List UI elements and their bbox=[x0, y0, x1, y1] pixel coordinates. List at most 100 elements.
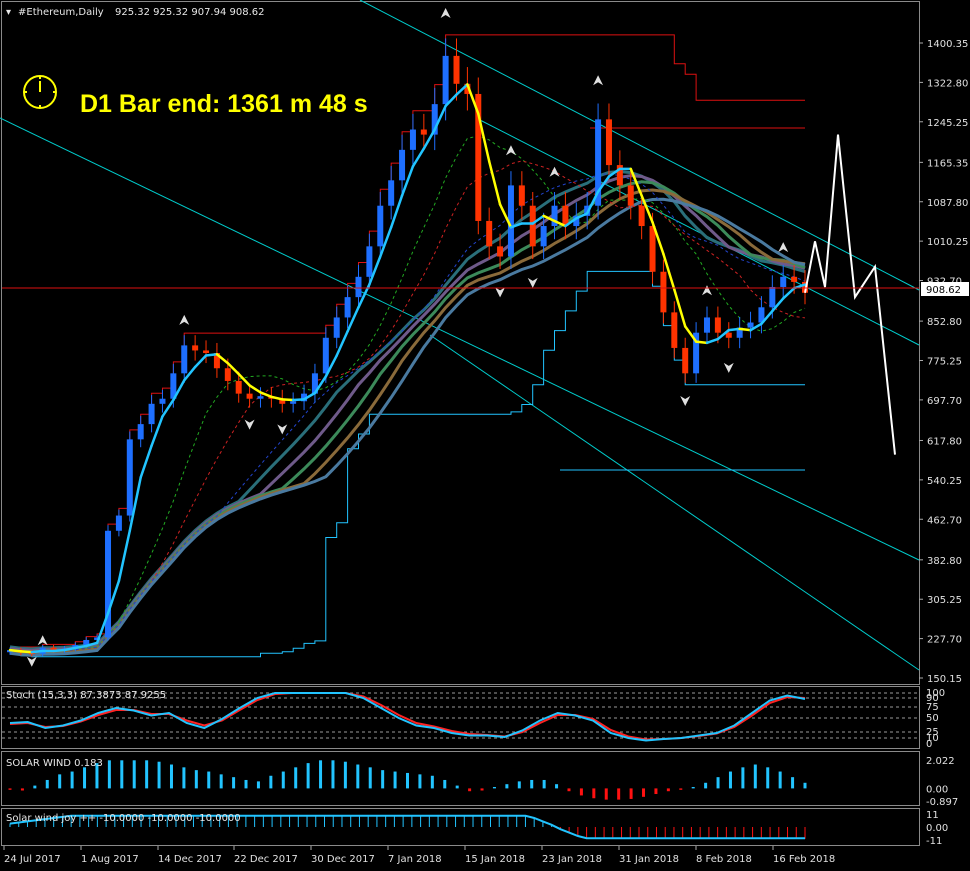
candle-body bbox=[442, 55, 449, 105]
date-tick-label: 15 Jan 2018 bbox=[465, 854, 525, 865]
price-tick-label: 462.70 bbox=[927, 515, 962, 526]
candle-body bbox=[344, 297, 351, 318]
solar-wind-bar bbox=[45, 779, 49, 789]
solar-wind-bar bbox=[269, 775, 273, 789]
fast-ma-segment bbox=[19, 650, 34, 654]
solar-wind-bar bbox=[579, 788, 583, 796]
background bbox=[0, 0, 970, 871]
solar-wind-bar bbox=[182, 767, 186, 789]
solar-wind-bar bbox=[443, 779, 447, 789]
price-tick-label: 1087.80 bbox=[927, 198, 968, 209]
fast-ma-segment bbox=[30, 649, 44, 654]
price-tick-label: 227.70 bbox=[927, 635, 962, 646]
solar-wind-bar bbox=[468, 788, 472, 792]
date-tick-label: 22 Dec 2017 bbox=[234, 854, 298, 865]
solar-wind-bar bbox=[691, 786, 695, 789]
candle-body bbox=[747, 322, 754, 328]
candle-body bbox=[224, 368, 231, 381]
price-tick-label: 617.80 bbox=[927, 436, 962, 447]
candle-body bbox=[605, 119, 612, 166]
solar-wind-bar bbox=[281, 771, 285, 789]
fast-ma-segment bbox=[694, 340, 709, 345]
candle-body bbox=[420, 129, 427, 135]
trading-chart[interactable]: D1 Bar end: 1361 m 48 s ▾ #Ethereum,Dail… bbox=[0, 0, 970, 871]
candle-body bbox=[409, 129, 416, 150]
solar-wind-bar bbox=[791, 777, 795, 789]
candle-body bbox=[192, 345, 199, 351]
bar-end-banner: D1 Bar end: 1361 m 48 s bbox=[80, 90, 368, 118]
date-tick-label: 1 Aug 2017 bbox=[81, 854, 139, 865]
candle-body bbox=[671, 312, 678, 348]
candle-body bbox=[355, 276, 362, 298]
solar-wind-bar bbox=[157, 761, 161, 789]
solar-wind-bar bbox=[107, 760, 111, 789]
joy-tick-label: 0.00 bbox=[926, 823, 948, 834]
candle-body bbox=[235, 380, 242, 394]
solar-wind-bar bbox=[306, 763, 310, 789]
solar-wind-bar bbox=[418, 774, 422, 789]
solar-wind-bar bbox=[58, 774, 62, 789]
solar-tick-label: 0.00 bbox=[926, 784, 948, 795]
candle-body bbox=[159, 398, 166, 404]
stoch-tick-label: 75 bbox=[926, 702, 939, 713]
solar-wind-bar bbox=[70, 771, 74, 789]
solar-wind-bar bbox=[430, 775, 434, 789]
candle-body bbox=[388, 180, 395, 206]
solar-wind-bar bbox=[244, 779, 248, 789]
candle-body bbox=[377, 205, 384, 247]
candle-body bbox=[322, 337, 329, 374]
solar-wind-bar bbox=[256, 781, 260, 789]
price-tick-label: 1165.35 bbox=[927, 158, 968, 169]
solar-wind-bar bbox=[766, 767, 770, 789]
candle-body bbox=[453, 55, 460, 84]
solar-wind-bar bbox=[803, 782, 807, 789]
candle-body bbox=[518, 185, 525, 206]
solar-wind-bar bbox=[592, 788, 596, 799]
candle-body bbox=[649, 226, 656, 272]
solar-wind-bar bbox=[555, 784, 559, 789]
stoch-tick-label: 50 bbox=[926, 713, 939, 724]
candle-body bbox=[115, 515, 122, 531]
solar-wind-bar bbox=[381, 770, 385, 789]
date-tick-label: 23 Jan 2018 bbox=[542, 854, 602, 865]
candle-body bbox=[246, 393, 253, 399]
fast-ma-segment bbox=[281, 398, 295, 402]
header-arrow-icon[interactable]: ▾ bbox=[6, 7, 11, 18]
price-tick-label: 1322.80 bbox=[927, 78, 968, 89]
solar-wind-bar bbox=[20, 788, 24, 791]
candle-body bbox=[769, 286, 776, 308]
solar-wind-bar bbox=[666, 788, 670, 792]
solar-tick-label: -0.897 bbox=[926, 797, 958, 808]
price-tick-label: 852.80 bbox=[927, 317, 962, 328]
date-tick-label: 8 Feb 2018 bbox=[696, 854, 752, 865]
solar-wind-bar bbox=[343, 761, 347, 789]
solar-wind-bar bbox=[617, 788, 621, 800]
price-tick-label: 1010.25 bbox=[927, 237, 968, 248]
solar-wind-bar bbox=[480, 788, 484, 791]
solar-wind-bar bbox=[753, 764, 757, 789]
solar-wind-bar bbox=[642, 788, 646, 797]
candle-body bbox=[290, 401, 297, 404]
price-tick-label: 1245.25 bbox=[927, 118, 968, 129]
candle-body bbox=[714, 317, 721, 333]
solar-wind-bar bbox=[505, 784, 509, 789]
candle-body bbox=[203, 350, 210, 354]
solar-wind-bar bbox=[120, 760, 124, 789]
solar-wind-bar bbox=[716, 777, 720, 789]
candle-body bbox=[126, 439, 133, 516]
solar-wind-bar bbox=[530, 779, 534, 789]
fast-ma-segment bbox=[291, 398, 306, 402]
solar-wind-bar bbox=[194, 770, 198, 789]
solar-wind-bar bbox=[207, 771, 211, 789]
solar-wind-bar bbox=[33, 785, 37, 789]
solar-wind-bar bbox=[654, 788, 658, 795]
solar-wind-bar bbox=[679, 788, 683, 790]
solar-wind-bar bbox=[83, 767, 87, 789]
price-tick-label: 775.25 bbox=[927, 357, 962, 368]
fast-ma-segment bbox=[8, 648, 23, 653]
date-tick-label: 7 Jan 2018 bbox=[388, 854, 442, 865]
solar-tick-label: 2.022 bbox=[926, 756, 955, 767]
price-tick-label: 305.25 bbox=[927, 595, 962, 606]
solar-wind-bar bbox=[604, 788, 608, 800]
solar-wind-bar bbox=[8, 788, 12, 790]
